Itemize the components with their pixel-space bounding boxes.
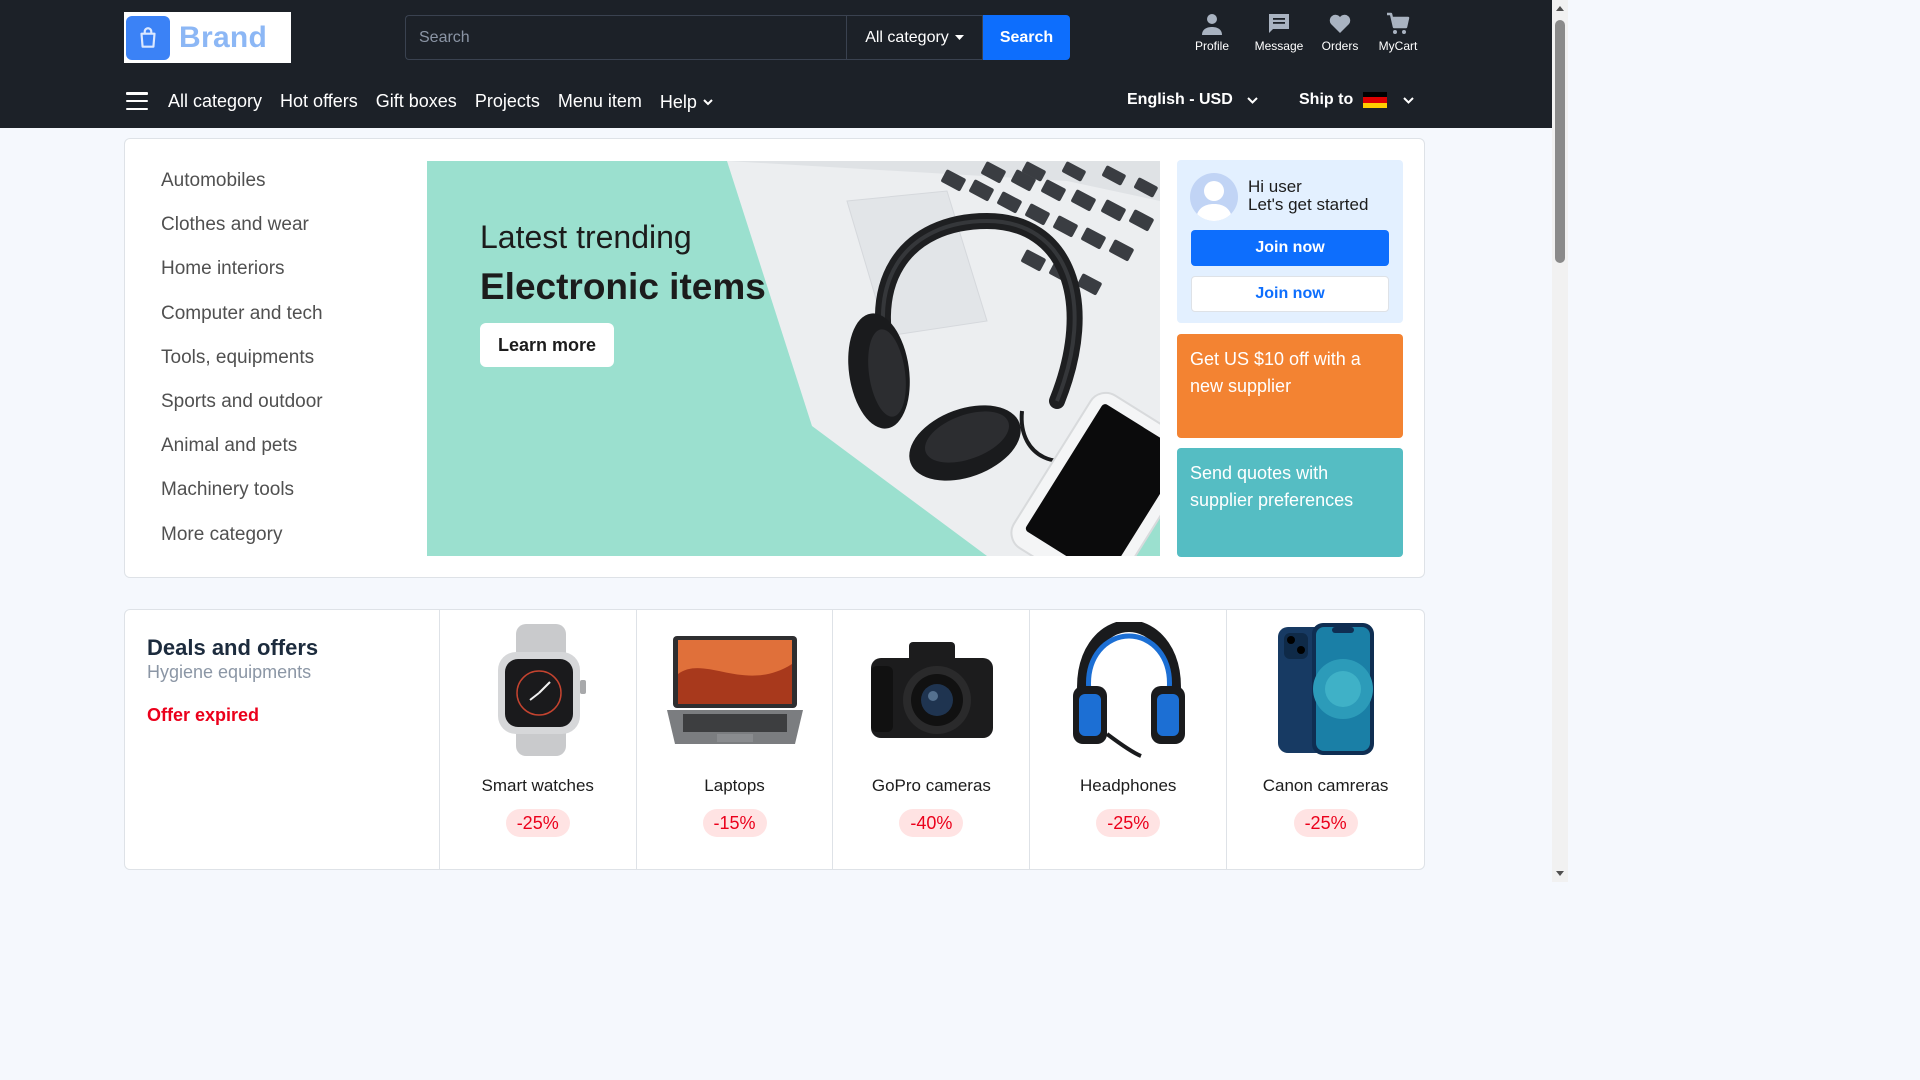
nav-hot-offers[interactable]: Hot offers: [280, 91, 358, 112]
deal-name: Smart watches: [481, 776, 594, 795]
caret-down-icon: [954, 34, 964, 40]
deal-item[interactable]: Smart watches -25%: [440, 610, 637, 869]
greeting-line: Hi user: [1248, 177, 1302, 196]
hero-banner: Latest trending Electronic items Learn m…: [427, 161, 1160, 556]
discount-badge: -40%: [899, 809, 964, 837]
deals-title: Deals and offers: [147, 635, 319, 660]
nav-projects[interactable]: Projects: [475, 91, 540, 112]
deal-name: Canon camreras: [1262, 776, 1389, 795]
shopping-bag-icon: [126, 15, 170, 60]
scrollbar-thumb[interactable]: [1555, 20, 1565, 263]
category-item[interactable]: More category: [161, 523, 323, 567]
person-icon: [1202, 14, 1222, 35]
profile-action[interactable]: Profile: [1186, 12, 1238, 53]
deals-status: Offer expired: [147, 705, 260, 725]
discount-badge: -25%: [1293, 809, 1358, 837]
category-item[interactable]: Animal and pets: [161, 434, 323, 478]
join-now-button[interactable]: Join now: [1191, 230, 1389, 266]
germany-flag-icon: [1363, 92, 1388, 108]
banner-title: Electronic items: [480, 266, 766, 307]
message-label: Message: [1254, 39, 1304, 53]
discount-badge: -25%: [1096, 809, 1161, 837]
smartwatch-icon: [498, 624, 587, 756]
user-card: Hi user Let's get started Join now Join …: [1177, 160, 1403, 323]
brand-name: Brand: [179, 20, 268, 54]
deals-subtitle: Hygiene equipments: [147, 662, 312, 682]
deal-item[interactable]: Headphones -25%: [1030, 610, 1228, 869]
user-greeting: Hi user Let's get started: [1248, 178, 1368, 214]
search-input[interactable]: [405, 15, 846, 60]
laptop-icon: [667, 636, 804, 744]
category-item[interactable]: Machinery tools: [161, 478, 323, 522]
promo-card-discount[interactable]: Get US $10 off with a new supplier: [1177, 334, 1403, 438]
deals-section: Deals and offers Hygiene equipments Offe…: [124, 609, 1425, 870]
search-bar: All category Search: [405, 15, 1070, 60]
category-item[interactable]: Computer and tech: [161, 302, 323, 346]
nav-gift-boxes[interactable]: Gift boxes: [376, 91, 457, 112]
main-nav: All category Hot offers Gift boxes Proje…: [126, 84, 713, 118]
orders-label: Orders: [1321, 39, 1359, 53]
top-header: Brand All category Search Profile Messag…: [0, 0, 1552, 128]
search-category-select[interactable]: All category: [846, 15, 983, 60]
search-category-label: All category: [865, 28, 949, 46]
category-item[interactable]: Sports and outdoor: [161, 390, 323, 434]
discount-badge: -15%: [702, 809, 767, 837]
discount-badge: -25%: [505, 809, 570, 837]
category-item[interactable]: Tools, equipments: [161, 346, 323, 390]
headphones-icon: [1072, 622, 1185, 758]
deal-item[interactable]: Laptops -15%: [637, 610, 834, 869]
learn-more-button[interactable]: Learn more: [480, 323, 614, 367]
category-item[interactable]: Automobiles: [161, 169, 323, 213]
cart-icon: [1387, 12, 1410, 34]
deal-item[interactable]: GoPro cameras -40%: [833, 610, 1031, 869]
cart-action[interactable]: MyCart: [1372, 12, 1424, 53]
brand-logo[interactable]: Brand: [124, 12, 291, 63]
greeting-subtitle: Let's get started: [1248, 195, 1369, 214]
deals-info: Deals and offers Hygiene equipments Offe…: [125, 610, 440, 869]
header-actions: Profile Message Orders MyCart: [1186, 12, 1424, 53]
promo-card-quotes[interactable]: Send quotes with supplier preferences: [1177, 448, 1403, 557]
camera-icon: [870, 642, 993, 738]
hero-section: Automobiles Clothes and wear Home interi…: [124, 138, 1425, 578]
menu-icon[interactable]: [126, 92, 148, 110]
smartphone-icon: [1277, 623, 1374, 755]
cart-label: MyCart: [1378, 39, 1418, 53]
category-item[interactable]: Clothes and wear: [161, 213, 323, 257]
ship-to-label: Ship to: [1299, 91, 1354, 108]
deal-name: Headphones: [1080, 776, 1177, 795]
deal-name: GoPro cameras: [871, 776, 991, 795]
page-scrollbar[interactable]: [1552, 0, 1568, 882]
nav-help-dropdown[interactable]: Help: [660, 92, 713, 113]
language-currency-select[interactable]: English - USD: [1127, 91, 1258, 109]
join-now-secondary-button[interactable]: Join now: [1191, 276, 1389, 312]
chevron-down-icon: [1403, 96, 1414, 104]
nav-menu-item[interactable]: Menu item: [558, 91, 642, 112]
chevron-down-icon: [703, 99, 713, 106]
category-list: Automobiles Clothes and wear Home interi…: [161, 169, 323, 567]
category-item[interactable]: Home interiors: [161, 257, 323, 301]
avatar[interactable]: [1190, 173, 1238, 221]
language-label: English - USD: [1127, 91, 1233, 108]
deal-item[interactable]: Canon camreras -25%: [1227, 610, 1424, 869]
ship-to-select[interactable]: Ship to: [1299, 91, 1414, 109]
message-icon: [1269, 14, 1289, 33]
heart-icon: [1329, 14, 1351, 33]
nav-all-category[interactable]: All category: [168, 91, 262, 112]
chevron-down-icon: [1247, 96, 1258, 104]
message-action[interactable]: Message: [1246, 12, 1312, 53]
user-avatar-icon: [1196, 181, 1232, 221]
profile-label: Profile: [1194, 39, 1229, 53]
scroll-up-arrow-icon[interactable]: [1556, 6, 1564, 11]
orders-action[interactable]: Orders: [1314, 12, 1366, 53]
banner-headline: Latest trending: [480, 219, 692, 255]
nav-help-label: Help: [659, 92, 697, 112]
scroll-down-arrow-icon[interactable]: [1556, 871, 1564, 876]
deal-name: Laptops: [704, 776, 765, 795]
search-button[interactable]: Search: [983, 15, 1070, 60]
